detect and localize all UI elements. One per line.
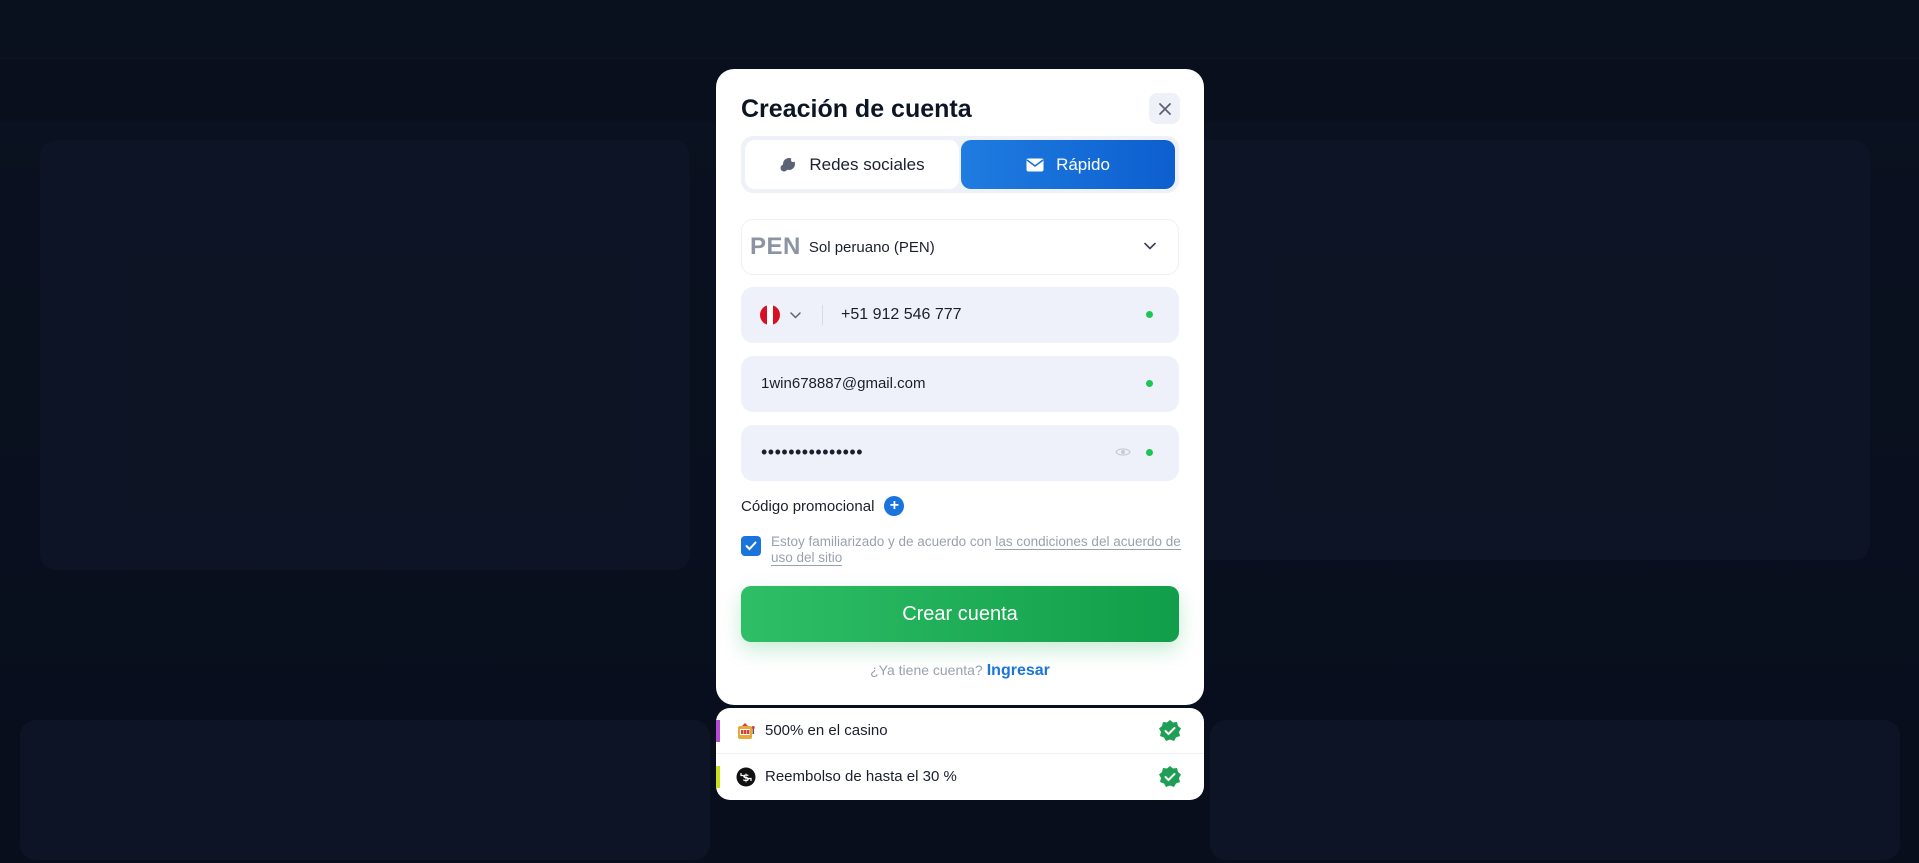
peru-flag-icon — [760, 305, 780, 325]
cashback-icon: $ — [735, 766, 757, 788]
promo-code-label: Código promocional — [741, 497, 875, 515]
login-prompt: ¿Ya tiene cuenta? Ingresar — [716, 662, 1204, 680]
registration-tabs: Redes sociales Rápido — [741, 136, 1179, 193]
terms-agreement: Estoy familiarizado y de acuerdo con las… — [741, 534, 1181, 566]
chevron-down-icon — [1144, 242, 1156, 250]
currency-name: Sol peruano (PEN) — [808, 238, 935, 256]
email-input[interactable]: 1win678887@gmail.com — [761, 375, 925, 392]
promo-code-toggle[interactable]: Código promocional + — [741, 496, 905, 516]
check-badge-icon — [1159, 720, 1181, 741]
currency-select[interactable]: PEN Sol peruano (PEN) — [741, 219, 1179, 275]
bonus-item: $ Reembolso de hasta el 30 % — [716, 754, 1204, 799]
terms-checkbox[interactable] — [741, 536, 761, 556]
terms-text-prefix: Estoy familiarizado y de acuerdo con — [771, 534, 996, 549]
tab-social-label: Redes sociales — [809, 154, 925, 174]
login-link[interactable]: Ingresar — [987, 662, 1050, 679]
check-badge-icon — [1159, 766, 1181, 787]
phone-input[interactable]: +51 912 546 777 — [841, 306, 962, 324]
country-code-select[interactable] — [760, 305, 801, 325]
svg-text:$: $ — [743, 773, 750, 784]
create-account-button[interactable]: Crear cuenta — [741, 586, 1179, 642]
bonus-label: 500% en el casino — [765, 722, 888, 739]
slot-machine-icon — [735, 720, 757, 742]
modal-title: Creación de cuenta — [741, 95, 972, 123]
chevron-down-icon — [790, 311, 801, 319]
tab-quick-label: Rápido — [1056, 154, 1110, 174]
currency-code: PEN — [750, 233, 801, 260]
bonus-panel: 500% en el casino $ Reembolso de hasta e… — [716, 708, 1204, 800]
divider — [822, 305, 823, 325]
terms-text: Estoy familiarizado y de acuerdo con las… — [771, 534, 1181, 566]
bonus-accent — [716, 720, 720, 742]
close-icon — [1158, 102, 1171, 115]
checkmark-icon — [745, 541, 757, 551]
tab-quick[interactable]: Rápido — [961, 140, 1175, 189]
email-field[interactable]: 1win678887@gmail.com — [741, 356, 1179, 412]
close-button[interactable] — [1149, 93, 1180, 124]
valid-indicator — [1146, 449, 1153, 456]
plus-icon[interactable]: + — [884, 496, 905, 516]
login-prompt-text: ¿Ya tiene cuenta? — [870, 662, 983, 678]
bonus-label: Reembolso de hasta el 30 % — [765, 768, 957, 785]
eye-icon[interactable] — [1115, 446, 1131, 458]
envelope-icon — [1026, 158, 1044, 171]
password-input[interactable]: ••••••••••••••• — [761, 442, 863, 463]
valid-indicator — [1146, 380, 1153, 387]
valid-indicator — [1146, 311, 1153, 318]
tab-social-networks[interactable]: Redes sociales — [745, 140, 959, 189]
bonus-accent — [716, 766, 720, 788]
bonus-item: 500% en el casino — [716, 708, 1204, 753]
registration-modal: Creación de cuenta Redes sociales Rápido… — [716, 69, 1204, 705]
chat-bubble-icon — [780, 157, 796, 171]
password-field[interactable]: ••••••••••••••• — [741, 425, 1179, 481]
phone-field[interactable]: +51 912 546 777 — [741, 287, 1179, 343]
